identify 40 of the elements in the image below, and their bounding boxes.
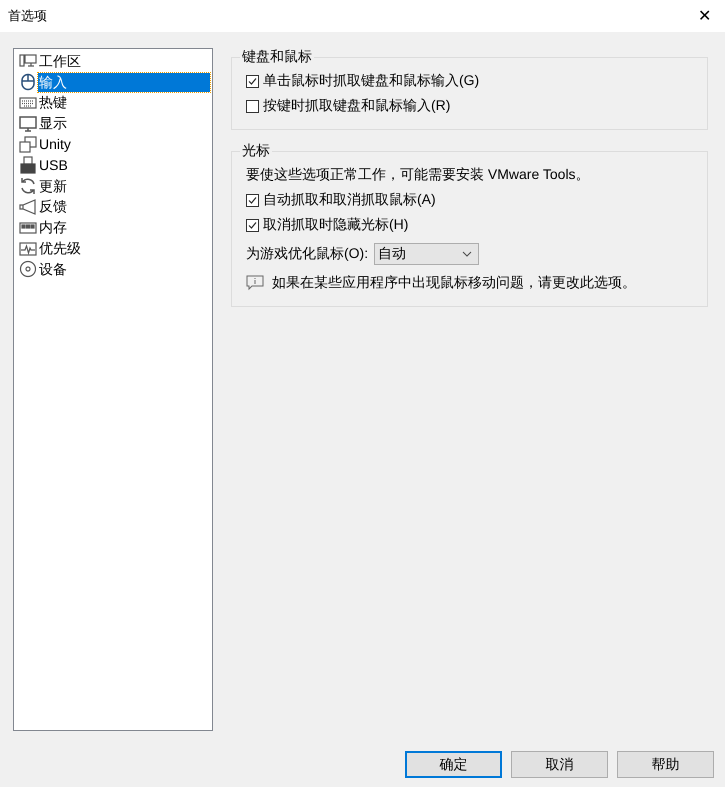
close-button[interactable]: ✕ xyxy=(692,6,717,26)
usb-drive-icon xyxy=(19,156,37,174)
category-item[interactable]: 输入 xyxy=(38,72,210,92)
dialog-button[interactable]: 帮助 xyxy=(617,751,714,778)
display-icon xyxy=(19,114,37,133)
category-item[interactable]: 显示 xyxy=(38,114,68,134)
category-item[interactable]: 热键 xyxy=(38,93,68,112)
info-icon xyxy=(246,275,264,291)
refresh-icon xyxy=(19,177,37,196)
category-item[interactable]: 优先级 xyxy=(38,239,82,258)
checkbox[interactable] xyxy=(246,74,259,88)
dialog-button[interactable]: 确定 xyxy=(405,751,502,778)
category-item[interactable]: 内存 xyxy=(38,218,68,238)
checkbox[interactable] xyxy=(246,100,259,112)
chevron-down-icon xyxy=(462,251,472,257)
checkbox-label[interactable]: 自动抓取和取消抓取鼠标(A) xyxy=(263,191,436,209)
windows-icon xyxy=(19,136,37,154)
activity-icon xyxy=(19,240,37,258)
category-item[interactable]: USB xyxy=(38,156,69,175)
category-item[interactable]: 工作区 xyxy=(38,52,82,71)
checkbox-label[interactable]: 单击鼠标时抓取键盘和鼠标输入(G) xyxy=(263,72,480,90)
group-title: 光标 xyxy=(241,142,271,160)
category-item[interactable]: 反馈 xyxy=(38,197,68,216)
info-text: 如果在某些应用程序中出现鼠标移动问题，请更改此选项。 xyxy=(272,274,636,292)
category-item[interactable]: 更新 xyxy=(38,176,68,196)
window-title: 首选项 xyxy=(8,7,47,25)
dialog-button[interactable]: 取消 xyxy=(511,751,608,778)
checkbox-label[interactable]: 取消抓取时隐藏光标(H) xyxy=(263,216,408,234)
mouse-icon xyxy=(19,73,37,92)
disc-icon xyxy=(19,260,37,278)
select-label: 为游戏优化鼠标(O): xyxy=(246,245,368,263)
checkbox[interactable] xyxy=(246,194,259,206)
checkbox[interactable] xyxy=(246,218,259,232)
note-text: 要使这些选项正常工作，可能需要安装 VMware Tools。 xyxy=(246,166,591,184)
dropdown[interactable]: 自动 xyxy=(374,243,480,265)
category-item[interactable]: Unity xyxy=(38,135,72,154)
checkbox-label[interactable]: 按键时抓取键盘和鼠标输入(R) xyxy=(263,97,450,115)
megaphone-icon xyxy=(19,198,37,216)
category-item[interactable]: 设备 xyxy=(38,260,68,279)
group-title: 键盘和鼠标 xyxy=(241,48,313,66)
